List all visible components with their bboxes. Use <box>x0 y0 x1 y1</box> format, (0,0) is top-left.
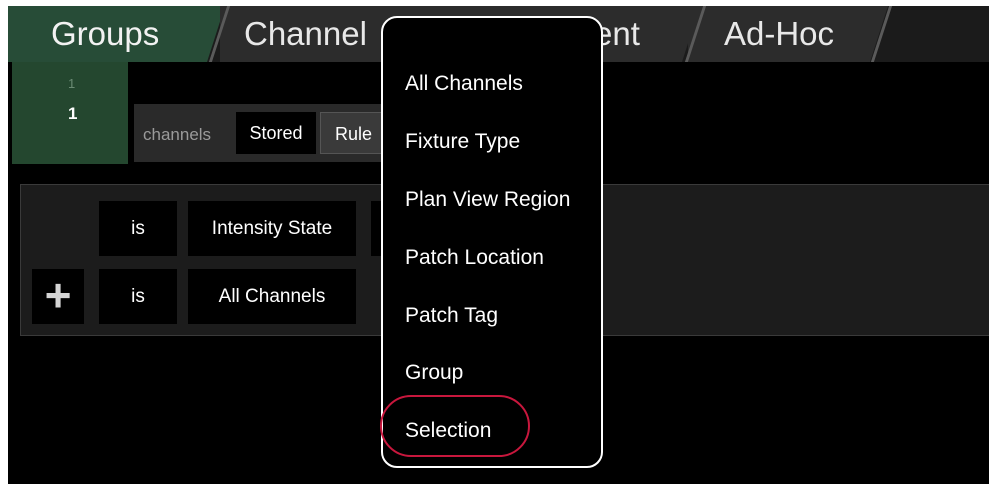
menu-item-fixture-type[interactable]: Fixture Type <box>405 130 520 154</box>
add-rule-button[interactable]: + <box>32 269 84 324</box>
tab-ad-hoc-label: Ad-Hoc <box>724 15 835 52</box>
menu-item-patch-tag[interactable]: Patch Tag <box>405 304 498 328</box>
tab-groups-label: Groups <box>51 15 160 52</box>
menu-item-group[interactable]: Group <box>405 361 463 385</box>
tab-groups[interactable]: Groups <box>8 6 225 62</box>
rule-type-popover: All Channels Fixture Type Plan View Regi… <box>380 16 603 468</box>
plus-icon: + <box>44 269 72 321</box>
selection-highlight-ring <box>380 395 530 457</box>
rule-operator[interactable]: is <box>99 201 177 256</box>
group-item-number: 1 <box>68 104 78 123</box>
menu-item-all-channels[interactable]: All Channels <box>405 72 523 96</box>
tab-ad-hoc[interactable]: Ad-Hoc <box>688 6 888 62</box>
rule-operator[interactable]: is <box>99 269 177 324</box>
rule-value[interactable]: All Channels <box>188 269 356 324</box>
channels-mode-row: channels Stored Rule <box>134 104 410 162</box>
app-window: Groups Channel ent Ad-Hoc 1 1 channels S… <box>8 6 989 484</box>
menu-item-patch-location[interactable]: Patch Location <box>405 246 544 270</box>
channels-label: channels <box>143 125 212 144</box>
group-list-item[interactable]: 1 1 <box>12 62 128 164</box>
rule-value[interactable]: Intensity State <box>188 201 356 256</box>
group-item-small-number: 1 <box>68 76 76 91</box>
stored-button[interactable]: Stored <box>236 112 316 154</box>
menu-item-plan-view-region[interactable]: Plan View Region <box>405 188 570 212</box>
